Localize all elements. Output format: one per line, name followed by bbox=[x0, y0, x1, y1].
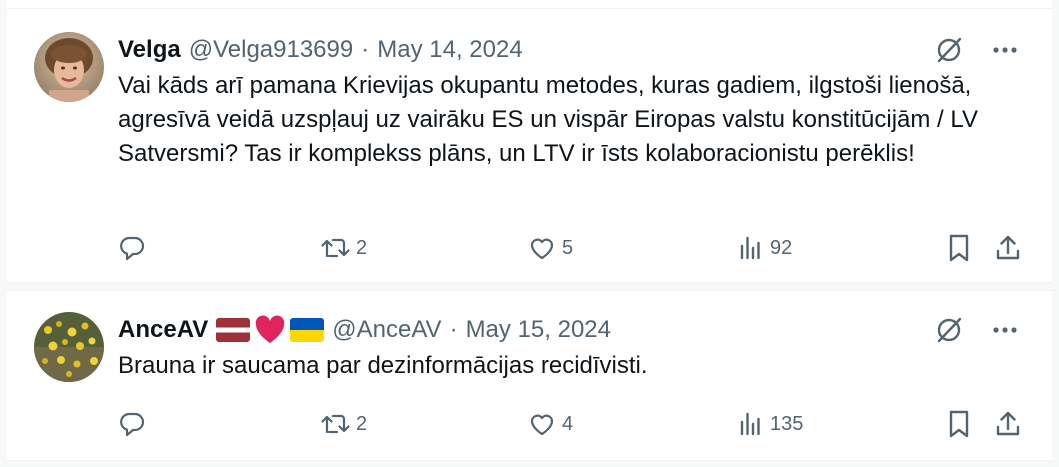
bookmark-icon bbox=[949, 410, 969, 438]
more-icon[interactable] bbox=[988, 35, 1022, 65]
avatar-image bbox=[34, 32, 104, 102]
red-heart-icon bbox=[256, 315, 285, 343]
tweet[interactable]: Velga @Velga913699 · May 14, 2024 Vai kā… bbox=[7, 9, 1052, 282]
retweet-icon bbox=[321, 414, 350, 434]
grok-icon[interactable] bbox=[932, 35, 966, 65]
tweet-top-actions bbox=[932, 315, 1022, 345]
bookmark-button[interactable] bbox=[946, 407, 972, 441]
share-button[interactable] bbox=[994, 407, 1022, 441]
like-button[interactable]: 4 bbox=[528, 407, 573, 441]
tweet-header: AnceAV @AnceAV · May 15, 2024 bbox=[118, 315, 942, 345]
like-button[interactable]: 5 bbox=[528, 231, 573, 265]
views-count: 135 bbox=[770, 412, 804, 435]
avatar[interactable] bbox=[34, 312, 104, 382]
tweet-text: Vai kāds arī pamana Krievijas okupantu m… bbox=[118, 72, 978, 167]
bookmark-icon bbox=[949, 234, 969, 262]
tweet[interactable]: AnceAV @AnceAV · May 15, 2024 Brauna ir … bbox=[7, 291, 1052, 460]
left-gutter bbox=[0, 0, 7, 467]
tweet-header: Velga @Velga913699 · May 14, 2024 bbox=[118, 35, 942, 65]
like-count: 4 bbox=[562, 412, 574, 435]
more-icon[interactable] bbox=[988, 315, 1022, 345]
share-button[interactable] bbox=[994, 231, 1022, 265]
views-button[interactable]: 92 bbox=[736, 231, 792, 265]
share-icon bbox=[996, 411, 1020, 436]
right-gutter bbox=[1052, 0, 1059, 467]
retweet-count: 2 bbox=[356, 412, 368, 435]
retweet-count: 2 bbox=[356, 236, 368, 259]
retweet-button[interactable]: 2 bbox=[320, 231, 367, 265]
share-icon bbox=[996, 235, 1020, 260]
separator-dot: · bbox=[361, 36, 370, 63]
user-handle[interactable]: @Velga913699 bbox=[189, 36, 354, 64]
tweet-date[interactable]: May 15, 2024 bbox=[466, 316, 611, 344]
reply-icon bbox=[120, 412, 145, 437]
user-handle[interactable]: @AnceAV bbox=[332, 316, 441, 344]
tweet-divider bbox=[7, 282, 1052, 291]
reply-button[interactable] bbox=[118, 407, 146, 441]
bookmark-button[interactable] bbox=[946, 231, 972, 265]
name-emojis bbox=[216, 315, 325, 345]
tweet-actions: 2 4 135 bbox=[118, 407, 1022, 441]
like-icon bbox=[530, 414, 554, 436]
display-name[interactable]: AnceAV bbox=[118, 316, 208, 344]
tweet-actions: 2 5 92 bbox=[118, 231, 1022, 265]
views-button[interactable]: 135 bbox=[736, 407, 803, 441]
views-icon bbox=[740, 236, 760, 260]
retweet-icon bbox=[321, 238, 350, 258]
latvia-flag-icon bbox=[216, 318, 251, 342]
bottom-divider bbox=[7, 460, 1052, 467]
tweet-thread: Velga @Velga913699 · May 14, 2024 Vai kā… bbox=[0, 0, 1059, 467]
separator-dot: · bbox=[449, 316, 458, 343]
like-count: 5 bbox=[562, 236, 574, 259]
like-icon bbox=[530, 238, 554, 260]
ukraine-flag-icon bbox=[290, 318, 325, 342]
tweet-text: Brauna ir saucama par dezinformācijas re… bbox=[118, 352, 648, 379]
avatar[interactable] bbox=[34, 32, 104, 102]
display-name[interactable]: Velga bbox=[118, 36, 181, 64]
views-icon bbox=[740, 412, 760, 436]
grok-icon[interactable] bbox=[932, 315, 966, 345]
reply-icon bbox=[120, 236, 145, 261]
views-count: 92 bbox=[770, 236, 793, 259]
reply-button[interactable] bbox=[118, 231, 146, 265]
tweet-date[interactable]: May 14, 2024 bbox=[377, 36, 522, 64]
tweet-top-actions bbox=[932, 35, 1022, 65]
retweet-button[interactable]: 2 bbox=[320, 407, 367, 441]
avatar-image bbox=[34, 312, 104, 382]
